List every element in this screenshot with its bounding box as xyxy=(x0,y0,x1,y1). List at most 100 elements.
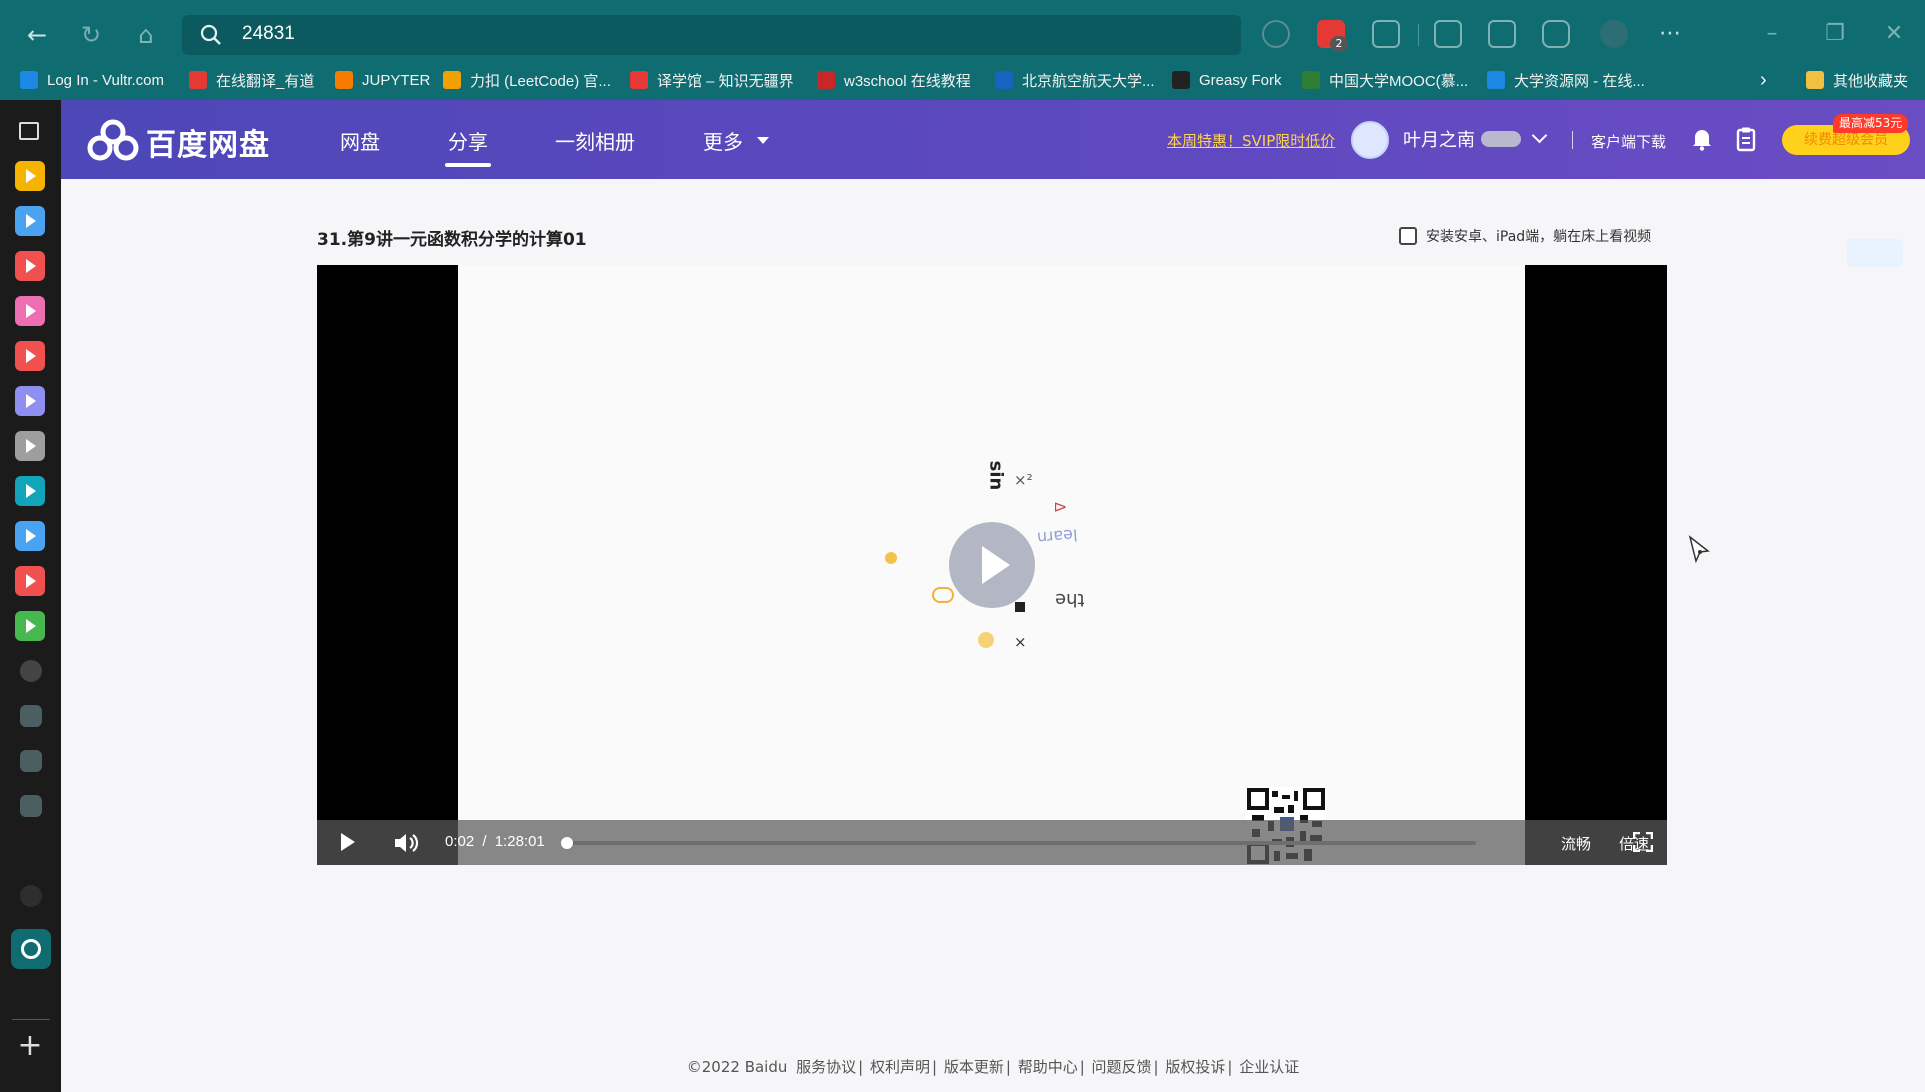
client-download-link[interactable]: 客户端下载 xyxy=(1591,131,1666,152)
bookmark-yixueguan[interactable]: 译学馆 – 知识无疆界 xyxy=(630,68,794,92)
progress-bar[interactable] xyxy=(561,837,1476,849)
nav-share[interactable]: 分享 xyxy=(448,126,488,155)
restore-icon[interactable]: ❐ xyxy=(1815,20,1855,48)
more-menu-icon[interactable]: ⋯ xyxy=(1650,20,1690,48)
bookmark-greasyfork[interactable]: Greasy Fork xyxy=(1172,68,1282,92)
app-blue-2-icon[interactable] xyxy=(15,521,45,551)
sidebar-divider xyxy=(12,1019,50,1020)
play-icon[interactable] xyxy=(341,833,355,851)
puzzle-extension-icon[interactable] xyxy=(1372,20,1400,48)
footer-link-updates[interactable]: 版本更新 xyxy=(944,1058,1004,1076)
browser-essentials-icon[interactable] xyxy=(1542,20,1570,48)
current-time: 0:02 xyxy=(445,833,475,850)
video-graphic-swirl xyxy=(932,587,954,603)
user-menu-chevron-down-icon[interactable] xyxy=(1531,127,1548,144)
bell-icon[interactable] xyxy=(1691,127,1713,151)
app-yellow-icon[interactable] xyxy=(15,161,45,191)
progress-handle[interactable] xyxy=(561,837,574,849)
footer-link-rights[interactable]: 权利声明 xyxy=(870,1058,930,1076)
footer-link-copyright-complaint[interactable]: 版权投诉 xyxy=(1165,1058,1225,1076)
volume-icon[interactable] xyxy=(393,831,419,855)
nav-more[interactable]: 更多 xyxy=(703,126,743,155)
bookmark-jupyter[interactable]: JUPYTER xyxy=(335,68,430,92)
play-triangle-icon xyxy=(26,349,36,363)
footer-link-terms[interactable]: 服务协议 xyxy=(796,1058,856,1076)
nav-more-caret-icon[interactable] xyxy=(757,137,769,144)
profile-icon[interactable] xyxy=(1600,20,1628,48)
video-player[interactable]: sin ×² learn the × Δ 0:02 / 1:28:01 流畅 倍… xyxy=(317,265,1667,865)
app-red-3-icon[interactable] xyxy=(15,566,45,596)
quality-button[interactable]: 流畅 xyxy=(1561,833,1591,854)
footer-link-feedback[interactable]: 问题反馈 xyxy=(1092,1058,1152,1076)
install-app-option[interactable]: 安装安卓、iPad端，躺在床上看视频 xyxy=(1399,226,1651,246)
video-frame: sin ×² learn the × Δ xyxy=(458,265,1525,865)
svip-promo-link[interactable]: 本周特惠！SVIP限时低价 xyxy=(1167,130,1335,151)
close-icon[interactable]: ✕ xyxy=(1874,20,1914,48)
play-triangle-icon xyxy=(26,484,36,498)
site-header: 百度网盘 网盘 分享 一刻相册 更多 本周特惠！SVIP限时低价 叶月之南 客户… xyxy=(61,100,1925,179)
nav-moment-album[interactable]: 一刻相册 xyxy=(555,126,635,155)
minimize-icon[interactable]: – xyxy=(1752,20,1792,48)
toolbar-divider xyxy=(1418,24,1419,46)
username[interactable]: 叶月之南 xyxy=(1403,126,1475,152)
browser-sidebar: + xyxy=(0,100,61,1092)
bookmark-youdao[interactable]: 在线翻译_有道 xyxy=(189,68,314,92)
baidu-pan-icon-3[interactable] xyxy=(20,795,42,817)
video-graphic-yellow-dot xyxy=(978,632,994,648)
bookmark-dxzy[interactable]: 大学资源网 - 在线... xyxy=(1487,68,1645,92)
video-graphic-red-mark: Δ xyxy=(1050,502,1067,512)
app-teal-icon[interactable] xyxy=(15,476,45,506)
nav-active-indicator xyxy=(445,163,491,167)
copy-button[interactable]: copy xyxy=(1847,239,1903,267)
install-app-checkbox[interactable] xyxy=(1399,227,1417,245)
back-icon[interactable]: ← xyxy=(12,10,62,60)
video-graphic-sin: sin xyxy=(985,460,1007,491)
greasyfork-icon xyxy=(1172,71,1190,89)
bookmarks-overflow-chevron-icon[interactable]: › xyxy=(1760,68,1767,92)
bookmark-w3school[interactable]: w3school 在线教程 xyxy=(817,68,971,92)
extension-badge: 2 xyxy=(1330,36,1348,52)
play-triangle-icon xyxy=(26,304,36,318)
bookmarks-bar: Log In - Vultr.com 在线翻译_有道 JUPYTER 力扣 (L… xyxy=(0,60,1925,100)
reload-icon[interactable]: ↻ xyxy=(66,10,116,60)
app-green-icon[interactable] xyxy=(15,611,45,641)
github-icon[interactable] xyxy=(20,885,42,907)
address-bar[interactable]: 24831 xyxy=(182,15,1241,55)
brand-name[interactable]: 百度网盘 xyxy=(146,120,270,164)
baidu-pan-icon[interactable] xyxy=(20,705,42,727)
avatar[interactable] xyxy=(1351,121,1389,159)
bookmark-other-folder[interactable]: 其他收藏夹 xyxy=(1806,68,1908,92)
add-app-plus-icon[interactable]: + xyxy=(15,1028,45,1064)
clipboard-icon[interactable] xyxy=(1736,126,1756,152)
play-triangle-icon xyxy=(26,169,36,183)
baidu-pan-logo-icon[interactable] xyxy=(87,119,139,161)
bookmark-vultr[interactable]: Log In - Vultr.com xyxy=(20,68,164,92)
app-gray-icon[interactable] xyxy=(15,431,45,461)
baidu-pan-icon-2[interactable] xyxy=(20,750,42,772)
bookmark-buaa[interactable]: 北京航空航天大学... xyxy=(995,68,1155,92)
collections-icon[interactable] xyxy=(1488,20,1516,48)
footer-link-help[interactable]: 帮助中心 xyxy=(1018,1058,1078,1076)
app-blue-icon[interactable] xyxy=(15,206,45,236)
nav-wangpan[interactable]: 网盘 xyxy=(340,126,380,155)
app-red-icon[interactable] xyxy=(15,251,45,281)
bookmark-leetcode[interactable]: 力扣 (LeetCode) 官... xyxy=(443,68,611,92)
app-red-2-icon[interactable] xyxy=(15,341,45,371)
app-pink-icon[interactable] xyxy=(15,296,45,326)
home-icon[interactable]: ⌂ xyxy=(121,10,171,60)
vip-level-badge xyxy=(1481,131,1521,147)
tracking-off-icon[interactable] xyxy=(1262,20,1290,48)
split-screen-icon[interactable] xyxy=(1434,20,1462,48)
bookmark-mooc[interactable]: 中国大学MOOC(慕... xyxy=(1302,68,1468,92)
tab-actions-icon[interactable] xyxy=(19,122,39,140)
video-graphic-bulb xyxy=(885,552,897,564)
app-lavender-icon[interactable] xyxy=(15,386,45,416)
fullscreen-icon[interactable] xyxy=(1633,832,1653,852)
footer-link-enterprise[interactable]: 企业认证 xyxy=(1239,1058,1299,1076)
app-dark-icon[interactable] xyxy=(20,660,42,682)
play-triangle-icon xyxy=(26,574,36,588)
sidebar-active-baidu-pan[interactable] xyxy=(11,929,51,969)
video-graphic-square xyxy=(1015,602,1025,612)
big-play-button[interactable] xyxy=(949,522,1035,608)
page-footer: ©2022 Baidu 服务协议 | 权利声明 | 版本更新 | 帮助中心 | 问题反馈… xyxy=(686,1058,1300,1076)
